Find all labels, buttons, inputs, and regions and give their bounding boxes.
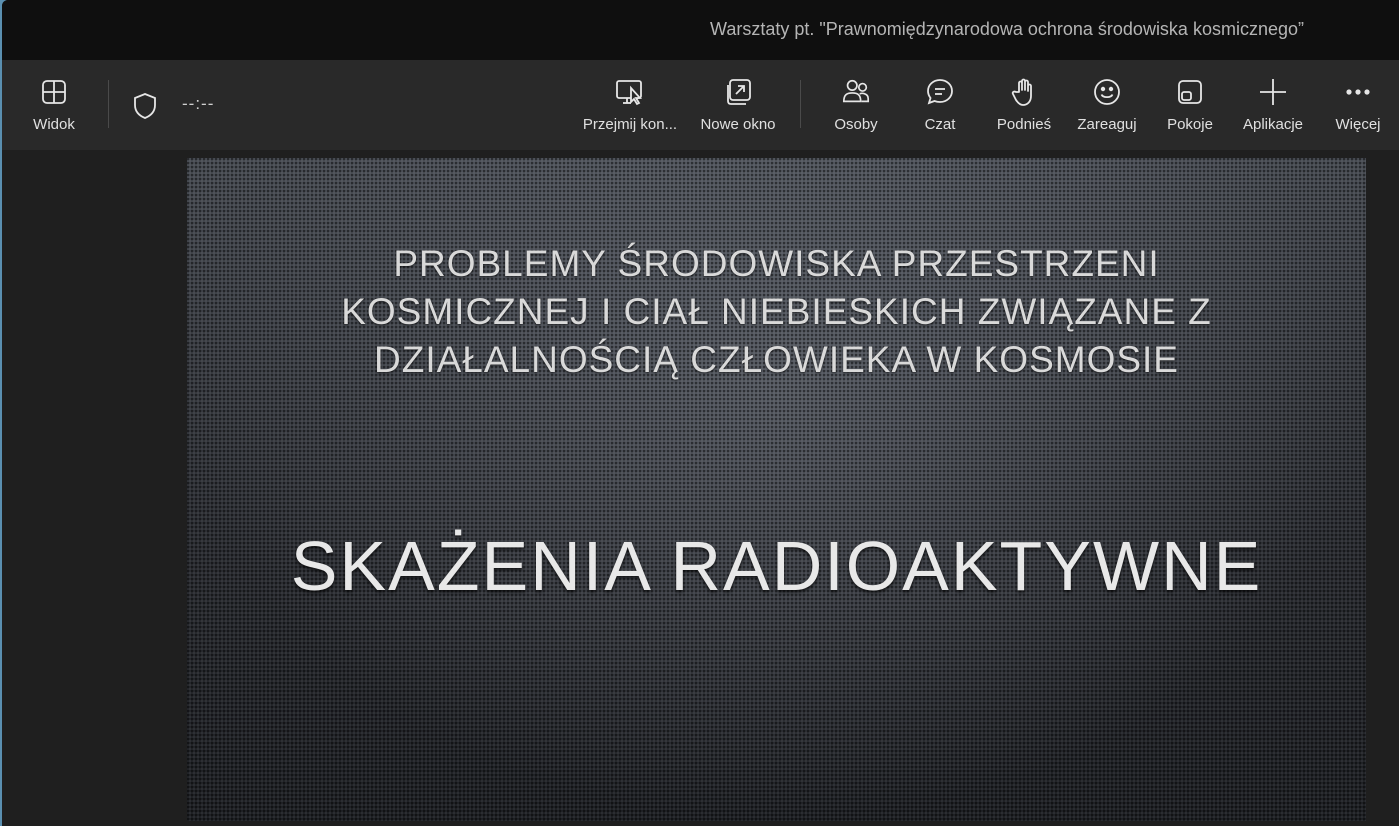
meeting-toolbar: Widok --:-- Przejmij kon... Nowe okno Os… xyxy=(2,60,1399,150)
view-button[interactable]: Widok xyxy=(24,60,84,150)
toolbar-divider xyxy=(108,80,109,128)
presentation-slide: PROBLEMY ŚRODOWISKA PRZESTRZENI KOSMICZN… xyxy=(187,158,1366,821)
chat-label: Czat xyxy=(924,116,956,133)
take-control-button[interactable]: Przejmij kon... xyxy=(577,60,683,150)
meeting-window: Warsztaty pt. "Prawnomiędzynarodowa ochr… xyxy=(2,0,1399,826)
slide-title-line: KOSMICZNEJ I CIAŁ NIEBIESKICH ZWIĄZANE Z xyxy=(341,291,1212,332)
people-label: Osoby xyxy=(834,116,878,133)
more-label: Więcej xyxy=(1335,116,1381,133)
new-window-button[interactable]: Nowe okno xyxy=(694,60,782,150)
add-apps-label: Aplikacje xyxy=(1242,116,1304,133)
rooms-button[interactable]: Pokoje xyxy=(1162,60,1218,150)
title-bar: Warsztaty pt. "Prawnomiędzynarodowa ochr… xyxy=(2,0,1399,60)
take-control-label: Przejmij kon... xyxy=(582,116,678,133)
people-icon xyxy=(841,77,871,107)
chat-icon xyxy=(925,77,955,107)
slide-title-line: PROBLEMY ŚRODOWISKA PRZESTRZENI xyxy=(393,243,1160,284)
add-icon xyxy=(1258,77,1288,107)
more-button[interactable]: Więcej xyxy=(1330,60,1386,150)
new-window-label: Nowe okno xyxy=(700,116,776,133)
take-control-icon xyxy=(615,77,645,107)
rooms-icon xyxy=(1175,77,1205,107)
chat-button[interactable]: Czat xyxy=(914,60,966,150)
slide-title: PROBLEMY ŚRODOWISKA PRZESTRZENI KOSMICZN… xyxy=(187,240,1366,384)
grid-view-icon xyxy=(39,77,69,107)
shared-content-stage: PROBLEMY ŚRODOWISKA PRZESTRZENI KOSMICZN… xyxy=(2,150,1399,826)
more-icon xyxy=(1343,77,1373,107)
raise-hand-button[interactable]: Podnieś xyxy=(990,60,1058,150)
react-button[interactable]: Zareaguj xyxy=(1070,60,1144,150)
toolbar-divider xyxy=(800,80,801,128)
meeting-timer: --:-- xyxy=(182,94,215,113)
shield-icon xyxy=(132,92,158,125)
raise-hand-icon xyxy=(1009,77,1039,107)
window-title: Warsztaty pt. "Prawnomiędzynarodowa ochr… xyxy=(710,19,1304,39)
new-window-icon xyxy=(723,77,753,107)
people-button[interactable]: Osoby xyxy=(824,60,888,150)
slide-title-line: DZIAŁALNOŚCIĄ CZŁOWIEKA W KOSMOSIE xyxy=(374,339,1179,380)
raise-hand-label: Podnieś xyxy=(996,116,1052,133)
view-button-label: Widok xyxy=(33,116,75,133)
add-apps-button[interactable]: Aplikacje xyxy=(1238,60,1308,150)
slide-subtitle: SKAŻENIA RADIOAKTYWNE xyxy=(290,527,1263,605)
react-icon xyxy=(1092,77,1122,107)
react-label: Zareaguj xyxy=(1077,116,1137,133)
rooms-label: Pokoje xyxy=(1167,116,1213,133)
